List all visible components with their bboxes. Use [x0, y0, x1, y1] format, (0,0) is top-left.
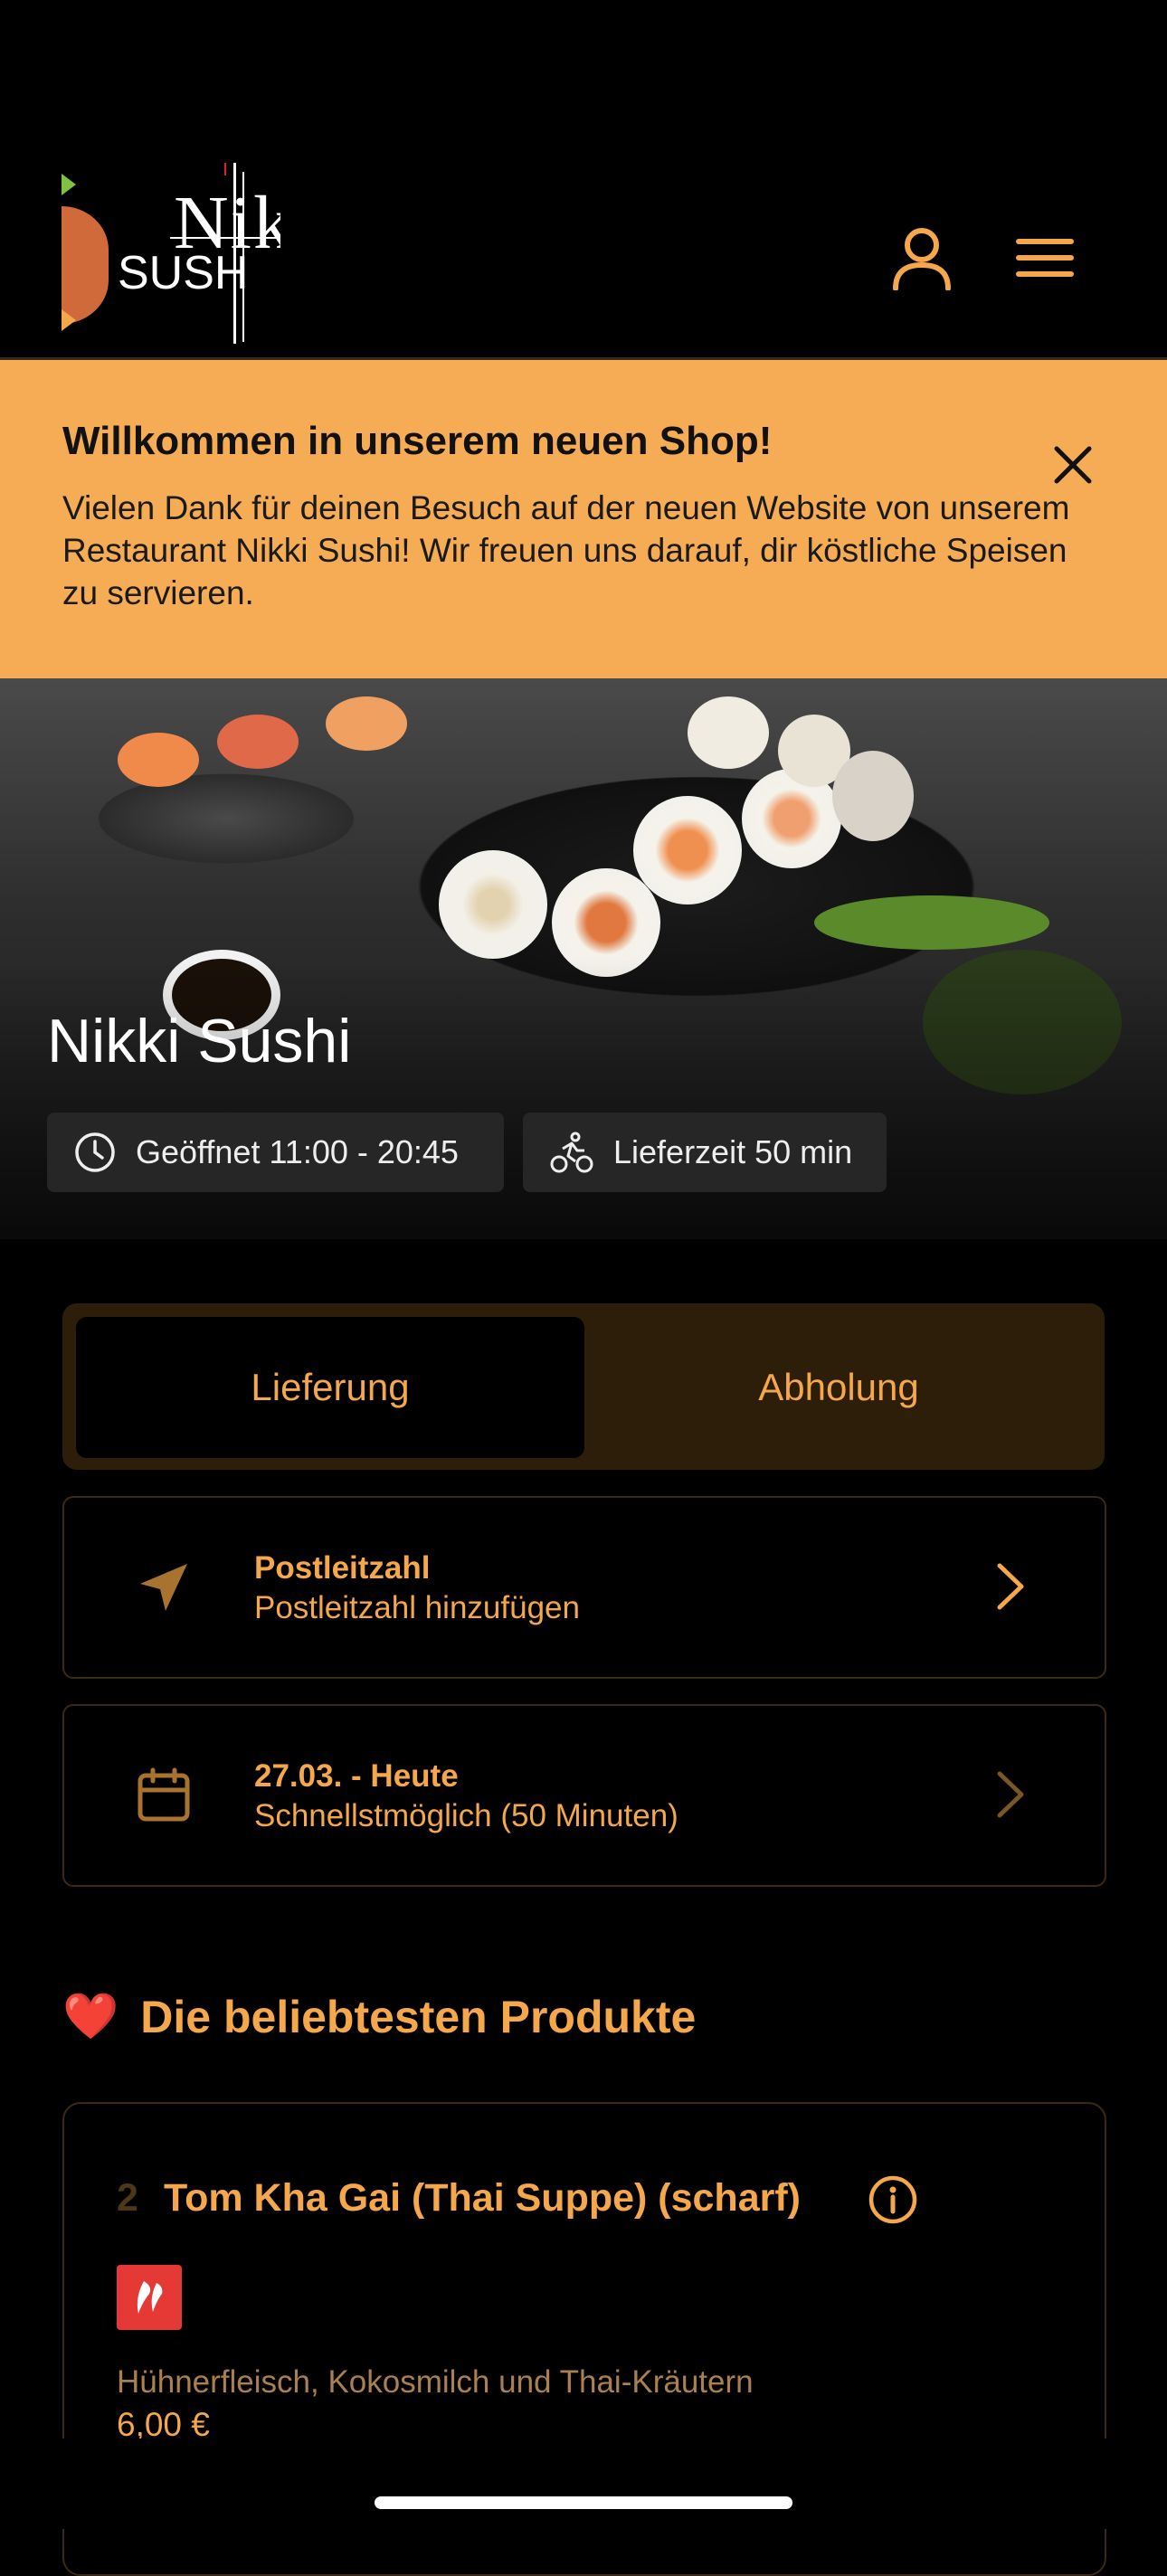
popular-products-heading: ❤️ Die beliebtesten Produkte: [62, 1990, 696, 2043]
restaurant-name: Nikki Sushi: [47, 1007, 352, 1075]
account-button[interactable]: [881, 217, 963, 298]
logo-orange-accent: [62, 309, 76, 331]
chili-spicy-icon: [117, 2265, 182, 2330]
home-indicator[interactable]: [375, 2496, 792, 2509]
tab-pickup[interactable]: Abholung: [584, 1317, 1093, 1458]
chevron-right-icon: [982, 1762, 1037, 1827]
postcode-selector[interactable]: Postleitzahl Postleitzahl hinzufügen: [62, 1496, 1106, 1679]
date-subtitle: Schnellstmöglich (50 Minuten): [254, 1798, 678, 1833]
hero-image: Nikki Sushi Geöffnet 11:00 - 20:45 Liefe…: [0, 678, 1167, 1239]
banner-text: Vielen Dank für deinen Besuch auf der ne…: [62, 489, 1070, 611]
chevron-right-icon: [982, 1554, 1037, 1619]
user-icon: [893, 228, 951, 290]
order-mode-toggle: Lieferung Abholung: [62, 1303, 1105, 1470]
postcode-title: Postleitzahl: [254, 1550, 431, 1586]
close-icon: [1054, 446, 1092, 484]
product-number: 2: [117, 2176, 138, 2220]
logo-green-accent: [62, 174, 76, 195]
banner-close-button[interactable]: [1040, 432, 1105, 497]
logo-chopstick-tip: [224, 163, 226, 175]
menu-button[interactable]: [1004, 217, 1086, 298]
bottom-safe-area: [0, 2439, 1167, 2529]
opening-hours-chip: Geöffnet 11:00 - 20:45: [47, 1113, 504, 1192]
logo-text-bottom: SUSH: [118, 247, 249, 299]
product-description: Hühnerfleisch, Kokosmilch und Thai-Kräut…: [117, 2364, 754, 2400]
calendar-icon: [128, 1759, 200, 1832]
bicycle-courier-icon: [550, 1132, 593, 1173]
delivery-date-selector[interactable]: 27.03. - Heute Schnellstmöglich (50 Minu…: [62, 1704, 1106, 1887]
product-name: Tom Kha Gai (Thai Suppe) (scharf): [164, 2176, 801, 2220]
location-arrow-icon: [128, 1551, 200, 1624]
info-icon[interactable]: [868, 2174, 918, 2225]
date-title: 27.03. - Heute: [254, 1758, 459, 1794]
banner-title: Willkommen in unserem neuen Shop!: [62, 419, 773, 463]
logo-leaf-shape: [62, 206, 109, 324]
heart-icon: ❤️: [62, 1991, 119, 2041]
postcode-subtitle: Postleitzahl hinzufügen: [254, 1590, 580, 1625]
delivery-time-chip: Lieferzeit 50 min: [523, 1113, 887, 1192]
delivery-time-text: Lieferzeit 50 min: [613, 1133, 853, 1170]
tab-delivery[interactable]: Lieferung: [76, 1317, 584, 1458]
popular-products-title: Die beliebtesten Produkte: [140, 1991, 697, 2042]
hamburger-menu-icon: [1016, 239, 1074, 277]
restaurant-logo[interactable]: Nik SUSH: [62, 163, 280, 368]
clock-icon: [75, 1132, 115, 1172]
welcome-banner: Willkommen in unserem neuen Shop! Vielen…: [0, 357, 1167, 681]
opening-hours-text: Geöffnet 11:00 - 20:45: [136, 1133, 459, 1170]
